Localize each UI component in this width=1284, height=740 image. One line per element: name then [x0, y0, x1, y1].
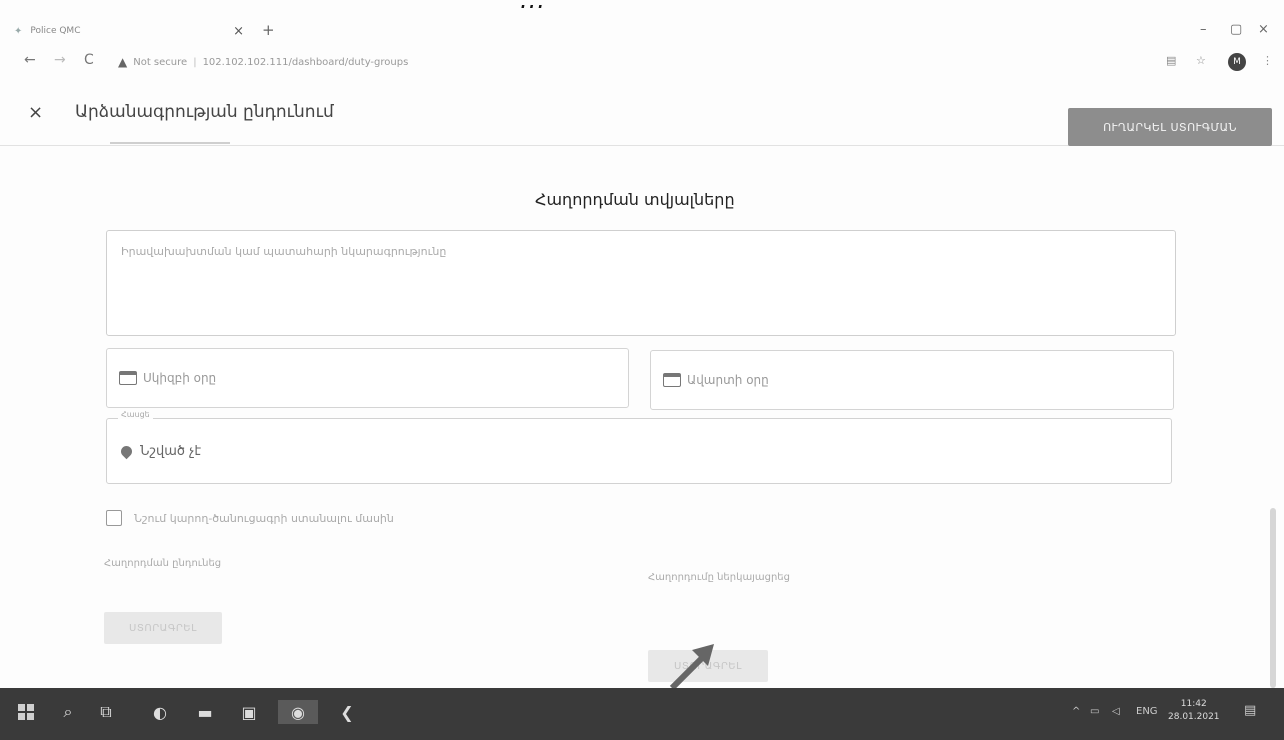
app-c-icon[interactable]: ❮: [334, 700, 360, 724]
clock-date: 28.01.2021: [1168, 712, 1220, 722]
close-icon[interactable]: ×: [28, 102, 43, 123]
address-bar-row: ← → C ▲ Not secure | 102.102.102.111/das…: [0, 46, 1284, 78]
minimize-icon[interactable]: –: [1200, 22, 1207, 37]
tab-title: Police QMC: [30, 26, 81, 36]
translate-icon[interactable]: ▤: [1166, 54, 1176, 67]
screen: ... ✦ Police QMC × + – ▢ × ← → C ▲ Not s…: [0, 0, 1284, 740]
taskbar: ⌕ ⧉ ◐ ▬ ▣ ◉ ❮ ^ ▭ ◁ ENG 11:42 28.01.2021…: [0, 688, 1284, 740]
url-divider: |: [193, 56, 197, 68]
back-icon[interactable]: ←: [24, 52, 36, 68]
tab-close-icon[interactable]: ×: [233, 24, 244, 39]
profile-avatar[interactable]: M: [1228, 53, 1246, 71]
send-for-review-button[interactable]: ՈՒՂԱՐԿԵԼ ՍՏՈՒԳՄԱՆ: [1068, 108, 1272, 146]
scrollbar[interactable]: [1270, 508, 1276, 688]
new-tab-button[interactable]: +: [262, 21, 275, 39]
notification-checkbox-row[interactable]: Նշում կարող-ծանուցագրի ստանալու մասին: [106, 510, 394, 526]
task-view-icon[interactable]: ⧉: [94, 700, 118, 724]
end-date-field[interactable]: Ավարտի օրը: [650, 350, 1174, 410]
location-value: Նշված չէ: [140, 443, 202, 459]
tray-chevron-icon[interactable]: ^: [1072, 706, 1080, 717]
language-indicator[interactable]: ENG: [1136, 706, 1158, 717]
window-close-icon[interactable]: ×: [1258, 22, 1269, 37]
submitted-by-label: Հաղորդումը ներկայացրեց: [648, 572, 790, 583]
received-by-label: Հաղորդման ընդունեց: [104, 558, 222, 569]
location-legend: Հասցե: [118, 410, 153, 419]
clock[interactable]: 11:42 28.01.2021: [1168, 698, 1220, 724]
star-icon[interactable]: ☆: [1196, 54, 1206, 67]
menu-kebab-icon[interactable]: ⋮: [1262, 54, 1273, 67]
section-title: Հաղորդման տվյալները: [535, 190, 735, 209]
forward-icon[interactable]: →: [54, 52, 66, 68]
start-date-placeholder: Սկիզբի օրը: [143, 371, 217, 385]
end-date-placeholder: Ավարտի օրը: [687, 373, 769, 387]
location-field[interactable]: Նշված չէ: [106, 418, 1172, 484]
edge-browser-icon[interactable]: ◐: [146, 700, 174, 724]
maximize-icon[interactable]: ▢: [1230, 22, 1242, 37]
calendar-icon: [663, 373, 681, 387]
file-explorer-icon[interactable]: ▬: [192, 700, 218, 724]
url-text: 102.102.102.111/dashboard/duty-groups: [202, 56, 409, 68]
browser-tab-bar: ✦ Police QMC × +: [0, 14, 1284, 44]
volume-icon[interactable]: ◁: [1112, 706, 1120, 717]
start-date-field[interactable]: Սկիզբի օրը: [106, 348, 629, 408]
description-textarea[interactable]: Իրավախախտման կամ պատահարի նկարագրություն…: [106, 230, 1176, 336]
checkbox-label: Նշում կարող-ծանուցագրի ստանալու մասին: [134, 511, 394, 525]
windows-start-icon[interactable]: [14, 700, 38, 724]
notification-center-icon[interactable]: ▤: [1244, 703, 1256, 718]
browser-tab[interactable]: ✦ Police QMC ×: [14, 18, 244, 44]
sign-received-button[interactable]: ՍՏՈՐԱԳՐԵԼ: [104, 612, 222, 644]
favicon-icon: ✦: [14, 25, 23, 37]
warning-icon: ▲: [118, 55, 128, 69]
network-icon[interactable]: ▭: [1090, 706, 1099, 717]
notification-checkbox[interactable]: [106, 510, 122, 526]
url-field[interactable]: ▲ Not secure | 102.102.102.111/dashboard…: [118, 51, 678, 73]
annotation-arrow-icon: [669, 644, 714, 690]
location-pin-icon: [118, 443, 135, 459]
reload-icon[interactable]: C: [84, 52, 94, 68]
page-title: Արձանագրության ընդունում: [75, 102, 334, 122]
clock-time: 11:42: [1180, 699, 1207, 709]
search-icon[interactable]: ⌕: [56, 700, 80, 724]
calendar-icon: [119, 371, 137, 385]
chrome-icon[interactable]: ◉: [278, 700, 318, 724]
security-label: Not secure: [133, 56, 188, 68]
cropped-heading: ...: [520, 0, 546, 14]
word-icon[interactable]: ▣: [236, 700, 262, 724]
header-underline: [110, 134, 230, 144]
